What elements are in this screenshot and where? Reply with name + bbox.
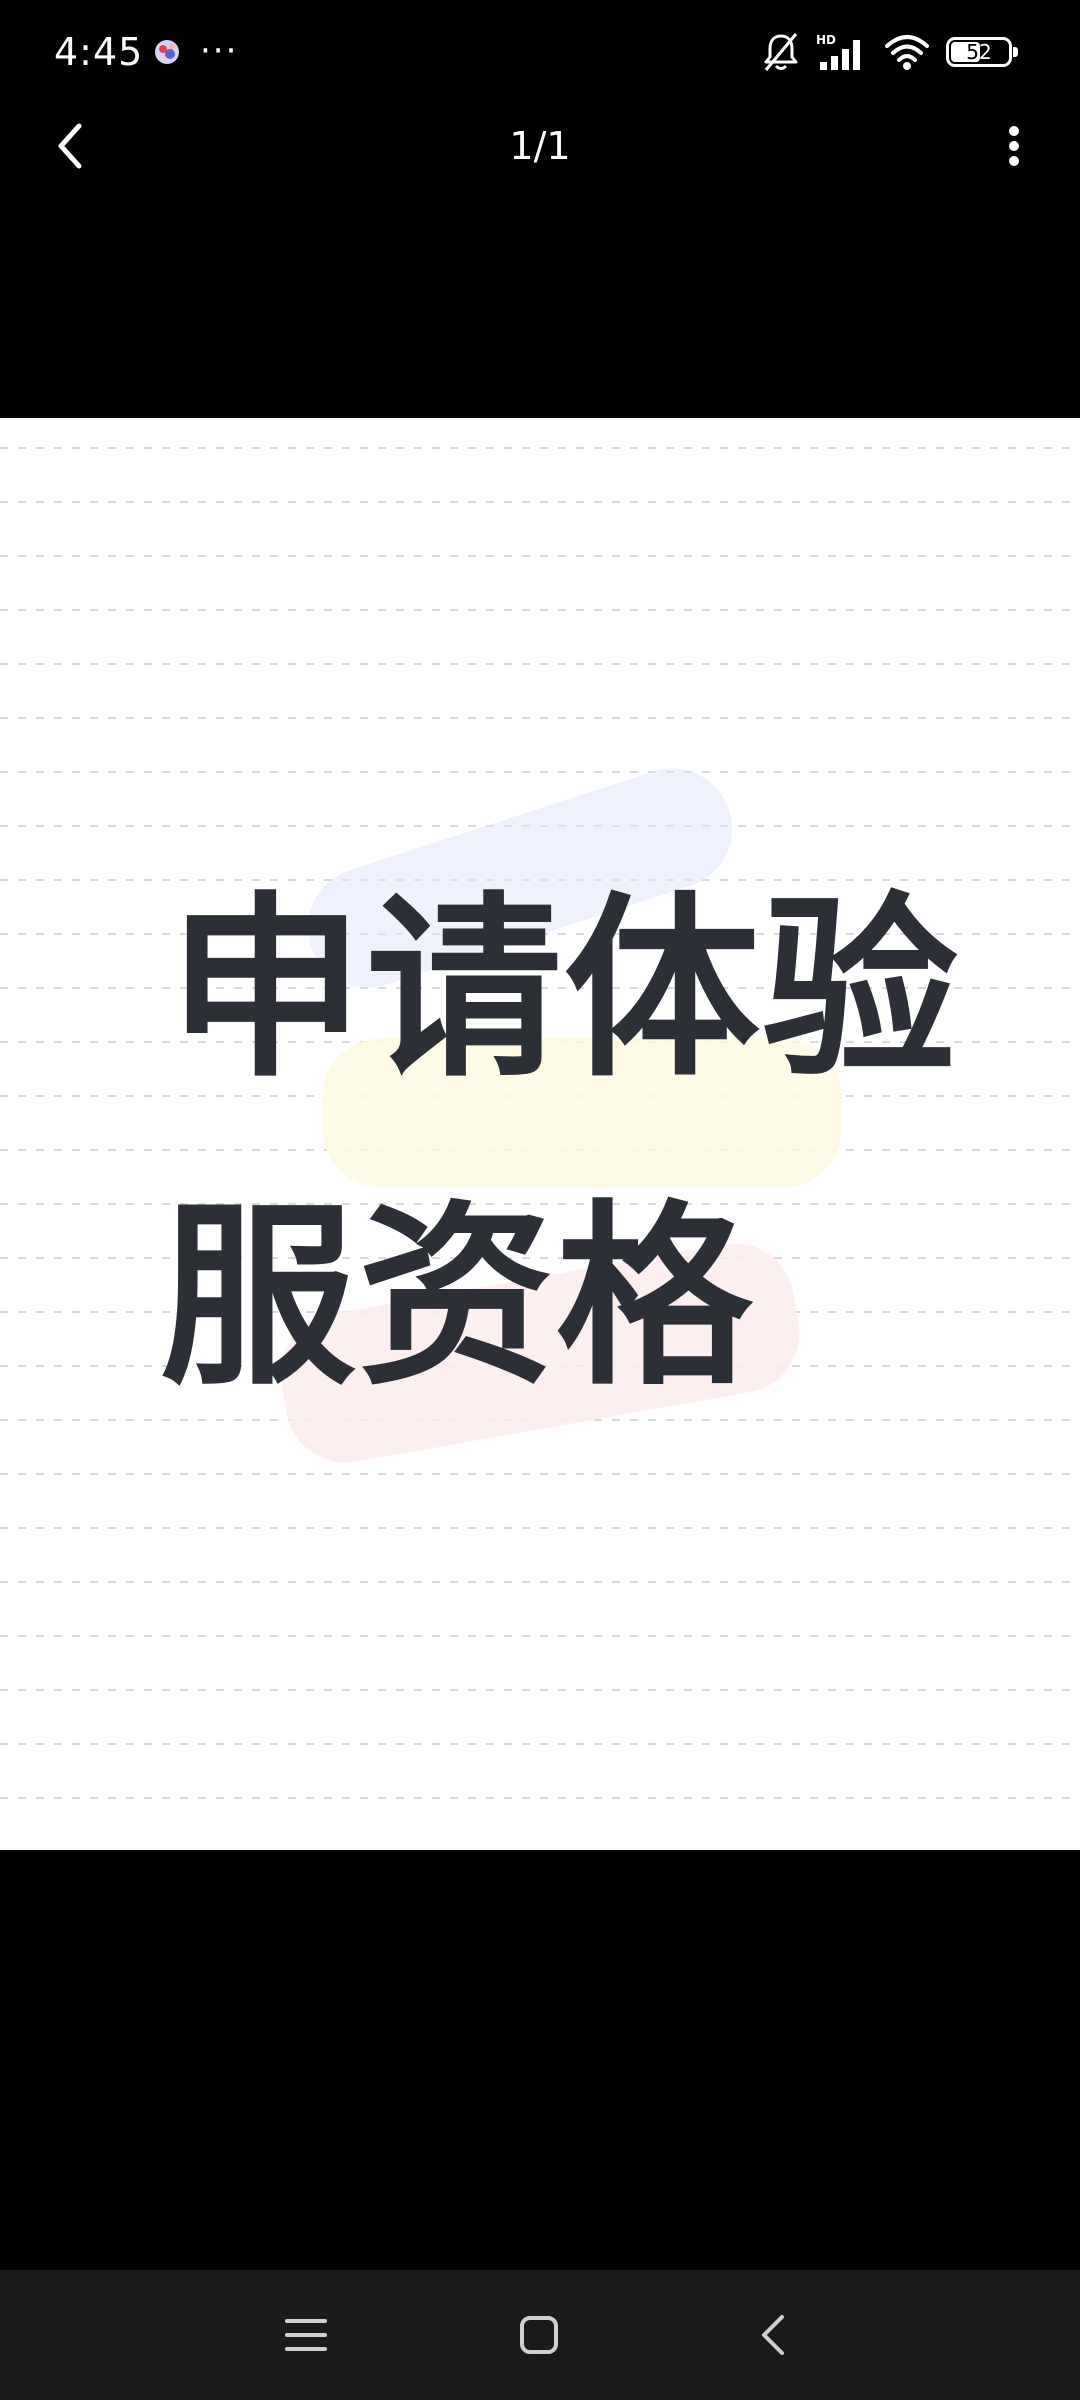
hd-label: HD	[816, 33, 836, 47]
viewed-image[interactable]: 申请体验 服资格	[0, 418, 1080, 1850]
wifi-icon	[885, 35, 929, 70]
more-dots-icon: ···	[200, 31, 239, 71]
battery-percentage: 52	[966, 40, 992, 64]
status-icons: HD 52	[762, 30, 1018, 74]
hamburger-icon	[285, 2319, 327, 2351]
vertical-dots-icon	[1009, 126, 1019, 166]
headline-line-1: 申请体验	[168, 876, 961, 1104]
status-time: 4:45	[54, 30, 144, 74]
battery-icon: 52	[946, 37, 1018, 67]
app-bar: 1/1	[0, 104, 1080, 188]
more-options-button[interactable]	[984, 116, 1044, 176]
phone-screen: 4:45 ··· HD 52 1/1 申请体验 服资格	[0, 0, 1080, 2400]
silent-bell-icon	[764, 33, 798, 71]
recents-button[interactable]	[271, 2300, 341, 2370]
status-bar: 4:45 ··· HD 52	[0, 0, 1080, 104]
home-button[interactable]	[504, 2300, 574, 2370]
hd-signal-icon: HD	[816, 33, 860, 70]
battery-tip	[1013, 47, 1018, 57]
navigation-bar	[0, 2270, 1080, 2400]
app-notification-icon	[155, 40, 179, 64]
page-indicator: 1/1	[509, 124, 571, 168]
square-icon	[520, 2316, 558, 2354]
headline-line-2: 服资格	[160, 1184, 755, 1412]
back-chevron-icon	[762, 2315, 784, 2355]
nav-back-button[interactable]	[738, 2300, 808, 2370]
